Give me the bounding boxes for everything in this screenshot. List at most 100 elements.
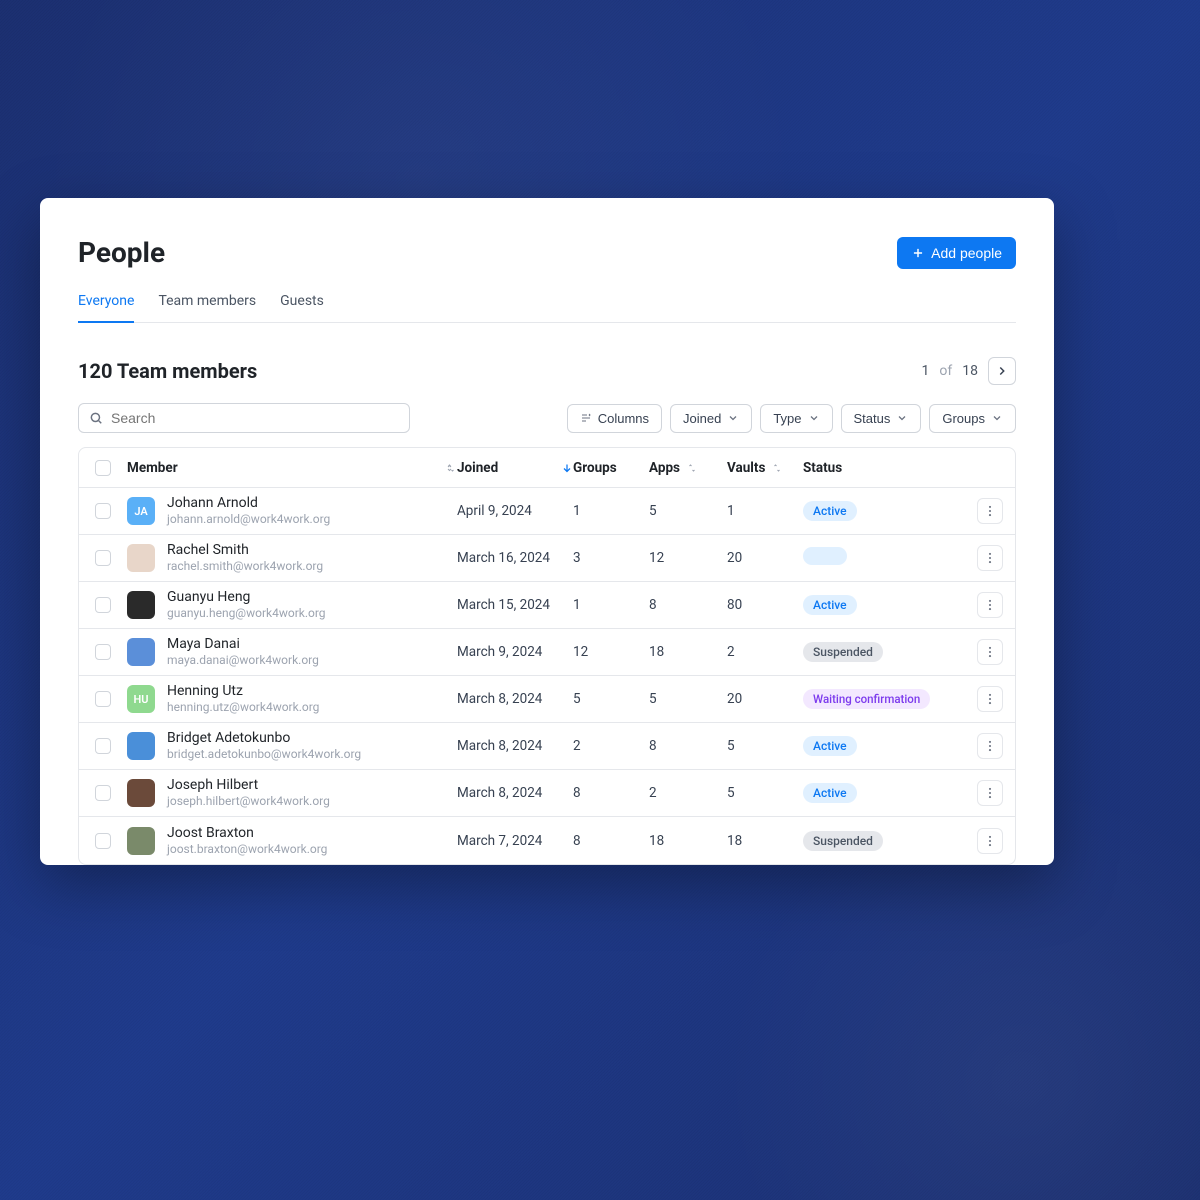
member-cell: Joost Braxtonjoost.braxton@work4work.org bbox=[127, 824, 457, 858]
row-more-button[interactable] bbox=[977, 733, 1003, 759]
row-more-button[interactable] bbox=[977, 545, 1003, 571]
sort-icon bbox=[771, 462, 783, 474]
avatar: HU bbox=[127, 685, 155, 713]
member-cell: HUHenning Utzhenning.utz@work4work.org bbox=[127, 682, 457, 716]
apps-header[interactable]: Apps bbox=[649, 460, 727, 476]
sort-down-icon bbox=[561, 462, 573, 474]
status-badge: Active bbox=[803, 595, 857, 615]
apps-cell: 8 bbox=[649, 597, 727, 613]
page-of: of bbox=[939, 363, 952, 379]
apps-cell: 12 bbox=[649, 550, 727, 566]
groups-cell: 5 bbox=[573, 691, 649, 707]
tabs: Everyone Team members Guests bbox=[78, 293, 1016, 323]
row-checkbox[interactable] bbox=[95, 785, 111, 801]
row-checkbox[interactable] bbox=[95, 550, 111, 566]
search-box[interactable] bbox=[78, 403, 410, 433]
table-row: HUHenning Utzhenning.utz@work4work.orgMa… bbox=[79, 676, 1015, 723]
member-header[interactable]: Member bbox=[127, 460, 457, 476]
avatar bbox=[127, 638, 155, 666]
joined-header[interactable]: Joined bbox=[457, 460, 573, 476]
row-more-button[interactable] bbox=[977, 686, 1003, 712]
avatar: JA bbox=[127, 497, 155, 525]
status-badge: Waiting confirmation bbox=[803, 689, 930, 709]
member-cell: Joseph Hilbertjoseph.hilbert@work4work.o… bbox=[127, 776, 457, 810]
plus-icon bbox=[911, 246, 925, 260]
vaults-cell: 2 bbox=[727, 644, 803, 660]
status-header[interactable]: Status bbox=[803, 460, 963, 476]
joined-cell: March 8, 2024 bbox=[457, 738, 573, 754]
status-cell: Suspended bbox=[803, 642, 963, 662]
status-badge: Suspended bbox=[803, 642, 883, 662]
tab-everyone[interactable]: Everyone bbox=[78, 293, 134, 323]
joined-cell: March 8, 2024 bbox=[457, 785, 573, 801]
page-current: 1 bbox=[922, 363, 930, 379]
more-vertical-icon bbox=[983, 786, 997, 800]
status-cell: Active bbox=[803, 595, 963, 615]
members-table: Member Joined Groups Apps Vaults Sta bbox=[78, 447, 1016, 865]
more-vertical-icon bbox=[983, 645, 997, 659]
type-filter[interactable]: Type bbox=[760, 404, 832, 433]
member-email: johann.arnold@work4work.org bbox=[167, 512, 330, 528]
status-cell: Active bbox=[803, 736, 963, 756]
row-checkbox[interactable] bbox=[95, 597, 111, 613]
select-all-checkbox[interactable] bbox=[95, 460, 111, 476]
member-name: Bridget Adetokunbo bbox=[167, 729, 361, 747]
apps-cell: 8 bbox=[649, 738, 727, 754]
chevron-down-icon bbox=[896, 412, 908, 424]
row-checkbox[interactable] bbox=[95, 691, 111, 707]
tab-guests[interactable]: Guests bbox=[280, 293, 324, 323]
row-more-button[interactable] bbox=[977, 639, 1003, 665]
status-badge: Suspended bbox=[803, 831, 883, 851]
page-title: People bbox=[78, 236, 165, 269]
table-row: Joseph Hilbertjoseph.hilbert@work4work.o… bbox=[79, 770, 1015, 817]
columns-button[interactable]: Columns bbox=[567, 404, 662, 433]
vaults-cell: 1 bbox=[727, 503, 803, 519]
groups-cell: 8 bbox=[573, 785, 649, 801]
row-checkbox[interactable] bbox=[95, 738, 111, 754]
row-checkbox[interactable] bbox=[95, 503, 111, 519]
status-badge bbox=[803, 547, 847, 565]
more-vertical-icon bbox=[983, 504, 997, 518]
row-more-button[interactable] bbox=[977, 592, 1003, 618]
row-checkbox[interactable] bbox=[95, 833, 111, 849]
tab-team-members[interactable]: Team members bbox=[158, 293, 256, 323]
apps-cell: 18 bbox=[649, 644, 727, 660]
groups-cell: 3 bbox=[573, 550, 649, 566]
joined-cell: March 9, 2024 bbox=[457, 644, 573, 660]
more-vertical-icon bbox=[983, 551, 997, 565]
add-people-label: Add people bbox=[931, 245, 1002, 261]
apps-cell: 5 bbox=[649, 691, 727, 707]
table-row: Maya Danaimaya.danai@work4work.orgMarch … bbox=[79, 629, 1015, 676]
add-people-button[interactable]: Add people bbox=[897, 237, 1016, 269]
search-input[interactable] bbox=[111, 410, 399, 426]
groups-header[interactable]: Groups bbox=[573, 460, 649, 476]
people-panel: People Add people Everyone Team members Gu… bbox=[40, 198, 1054, 865]
status-cell: Waiting confirmation bbox=[803, 689, 963, 709]
row-more-button[interactable] bbox=[977, 828, 1003, 854]
row-checkbox[interactable] bbox=[95, 644, 111, 660]
vaults-header[interactable]: Vaults bbox=[727, 460, 803, 476]
member-name: Joseph Hilbert bbox=[167, 776, 330, 794]
sort-icon bbox=[445, 462, 457, 474]
groups-cell: 1 bbox=[573, 503, 649, 519]
more-vertical-icon bbox=[983, 692, 997, 706]
table-row: Joost Braxtonjoost.braxton@work4work.org… bbox=[79, 817, 1015, 864]
chevron-right-icon bbox=[995, 364, 1009, 378]
vaults-cell: 5 bbox=[727, 785, 803, 801]
status-badge: Active bbox=[803, 783, 857, 803]
row-more-button[interactable] bbox=[977, 498, 1003, 524]
apps-cell: 2 bbox=[649, 785, 727, 801]
status-cell: Active bbox=[803, 501, 963, 521]
groups-cell: 2 bbox=[573, 738, 649, 754]
groups-filter[interactable]: Groups bbox=[929, 404, 1016, 433]
status-filter[interactable]: Status bbox=[841, 404, 922, 433]
more-vertical-icon bbox=[983, 834, 997, 848]
member-count-title: 120 Team members bbox=[78, 359, 257, 383]
row-more-button[interactable] bbox=[977, 780, 1003, 806]
apps-cell: 18 bbox=[649, 833, 727, 849]
status-badge: Active bbox=[803, 501, 857, 521]
member-cell: JAJohann Arnoldjohann.arnold@work4work.o… bbox=[127, 494, 457, 528]
joined-filter[interactable]: Joined bbox=[670, 404, 752, 433]
joined-cell: April 9, 2024 bbox=[457, 503, 573, 519]
next-page-button[interactable] bbox=[988, 357, 1016, 385]
